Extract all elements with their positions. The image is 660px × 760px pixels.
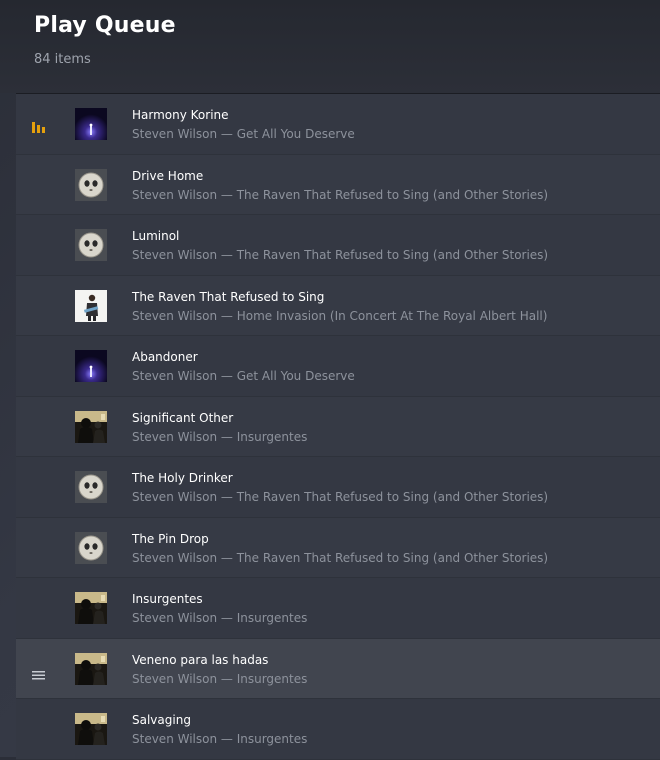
queue-row[interactable]: The Pin Drop Steven Wilson — The Raven Th… <box>16 517 660 578</box>
now-playing-bars-icon <box>32 118 45 133</box>
track-title[interactable]: Insurgentes <box>132 592 203 606</box>
track-title[interactable]: The Pin Drop <box>132 532 209 546</box>
track-title[interactable]: The Holy Drinker <box>132 471 233 485</box>
track-artist-album[interactable]: Steven Wilson — Home Invasion (In Concer… <box>132 309 547 323</box>
item-count: 84 items <box>34 52 91 67</box>
album-art[interactable] <box>75 713 107 745</box>
queue-row[interactable]: Veneno para las hadas Steven Wilson — Ins… <box>16 638 660 699</box>
queue-row[interactable]: Insurgentes Steven Wilson — Insurgentes <box>16 578 660 639</box>
album-art[interactable] <box>75 289 107 322</box>
track-title[interactable]: Harmony Korine <box>132 108 229 122</box>
track-title[interactable]: Abandoner <box>132 350 198 364</box>
album-art[interactable] <box>75 410 107 443</box>
track-artist-album[interactable]: Steven Wilson — Insurgentes <box>132 732 307 746</box>
track-title[interactable]: Salvaging <box>132 713 191 727</box>
queue-row[interactable]: Abandoner Steven Wilson — Get All You Des… <box>16 336 660 397</box>
album-art[interactable] <box>75 592 107 624</box>
play-queue-list: Harmony Korine Steven Wilson — Get All Yo… <box>16 94 660 760</box>
album-art[interactable] <box>75 229 107 261</box>
queue-row[interactable]: Salvaging Steven Wilson — Insurgentes <box>16 699 660 760</box>
track-title[interactable]: Drive Home <box>132 169 203 183</box>
track-artist-album[interactable]: Steven Wilson — The Raven That Refused t… <box>132 188 548 202</box>
drag-handle-icon[interactable] <box>32 665 45 679</box>
queue-row[interactable]: The Holy Drinker Steven Wilson — The Rave… <box>16 457 660 518</box>
queue-row[interactable]: Drive Home Steven Wilson — The Raven That… <box>16 154 660 215</box>
track-artist-album[interactable]: Steven Wilson — Insurgentes <box>132 430 307 444</box>
track-title[interactable]: Veneno para las hadas <box>132 653 268 667</box>
album-art[interactable] <box>75 471 107 503</box>
track-artist-album[interactable]: Steven Wilson — Insurgentes <box>132 672 307 686</box>
queue-header: Play Queue 84 items <box>0 0 660 93</box>
track-artist-album[interactable]: Steven Wilson — Get All You Deserve <box>132 369 355 383</box>
track-title[interactable]: Significant Other <box>132 411 233 425</box>
queue-row[interactable]: Significant Other Steven Wilson — Insurge… <box>16 396 660 457</box>
track-title[interactable]: The Raven That Refused to Sing <box>132 290 324 304</box>
album-art[interactable] <box>75 531 107 564</box>
album-art[interactable] <box>75 108 107 140</box>
page-title: Play Queue <box>34 13 176 38</box>
queue-row[interactable]: Harmony Korine Steven Wilson — Get All Yo… <box>16 94 660 155</box>
track-artist-album[interactable]: Steven Wilson — Insurgentes <box>132 611 307 625</box>
track-artist-album[interactable]: Steven Wilson — The Raven That Refused t… <box>132 490 548 504</box>
queue-row[interactable]: Luminol Steven Wilson — The Raven That Re… <box>16 215 660 276</box>
album-art[interactable] <box>75 350 107 382</box>
queue-row[interactable]: The Raven That Refused to Sing Steven Wil… <box>16 275 660 336</box>
album-art[interactable] <box>75 652 107 685</box>
album-art[interactable] <box>75 168 107 201</box>
track-artist-album[interactable]: Steven Wilson — Get All You Deserve <box>132 127 355 141</box>
track-artist-album[interactable]: Steven Wilson — The Raven That Refused t… <box>132 248 548 262</box>
track-artist-album[interactable]: Steven Wilson — The Raven That Refused t… <box>132 551 548 565</box>
track-title[interactable]: Luminol <box>132 229 179 243</box>
